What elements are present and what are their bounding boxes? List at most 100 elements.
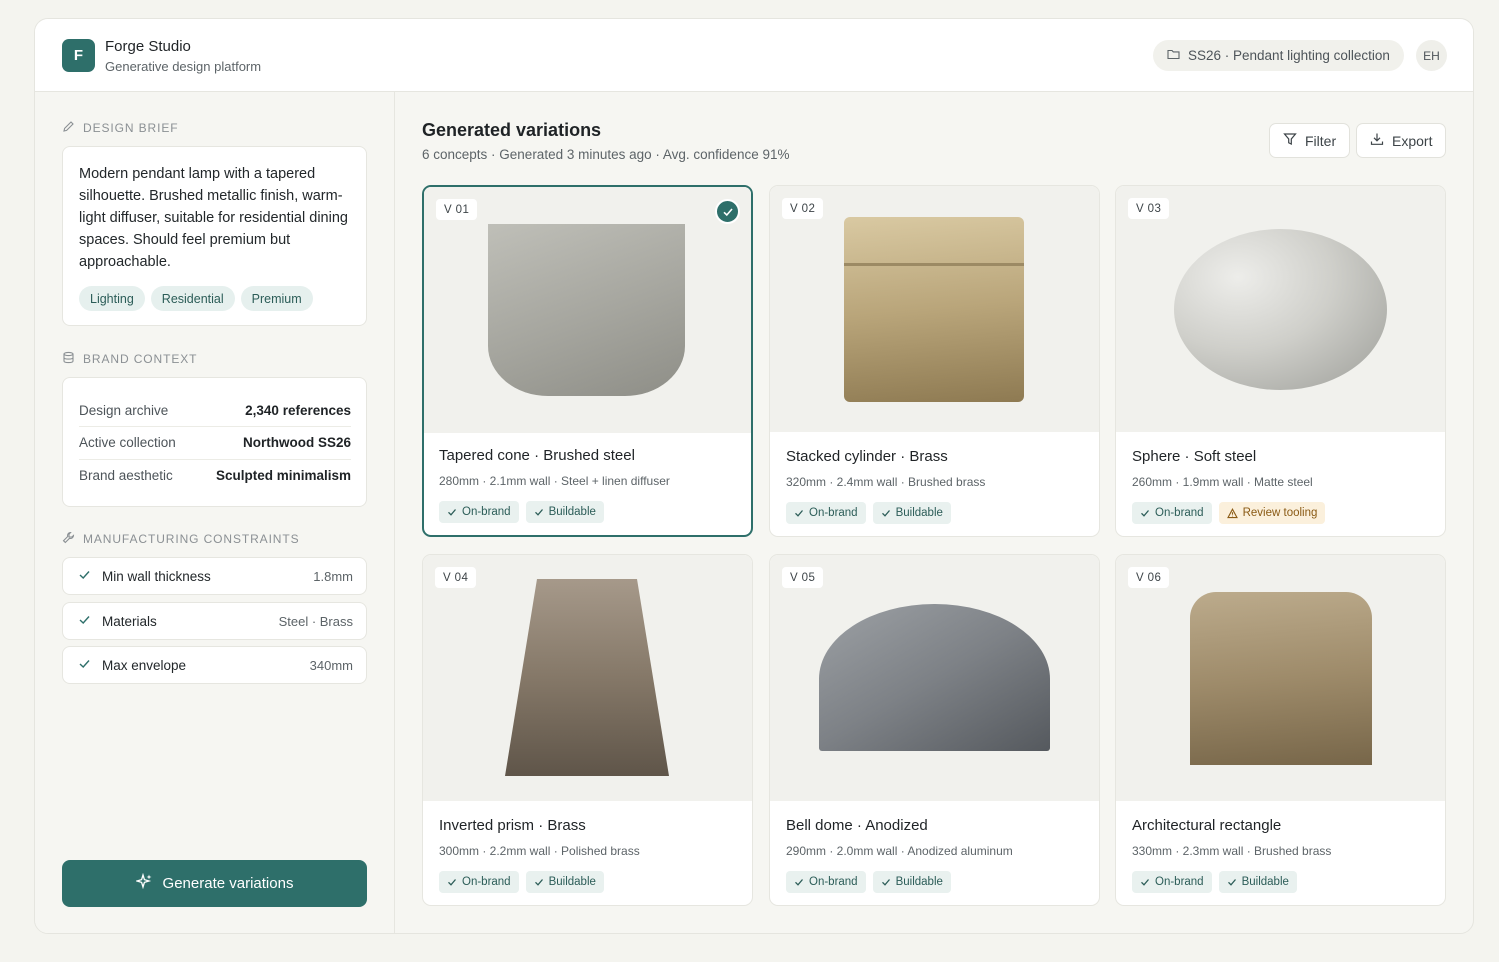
variation-card[interactable]: V 04 Inverted prism · Brass 300mm · 2.2m… [422, 554, 753, 906]
status-badge: Buildable [1218, 871, 1297, 893]
constraint-label: Materials [102, 614, 157, 629]
check-icon [1227, 879, 1236, 886]
selected-check-icon [715, 199, 740, 224]
download-icon [1370, 132, 1384, 149]
status-badge-label: On-brand [809, 876, 858, 888]
variation-preview [423, 555, 752, 801]
check-icon [448, 879, 456, 886]
constraint-value: 340mm [309, 658, 353, 673]
status-badge: Buildable [525, 501, 604, 523]
variation-spec: 300mm · 2.2mm wall · Polished brass [439, 844, 640, 858]
variation-preview [1116, 186, 1445, 432]
status-badge-label: On-brand [809, 507, 858, 519]
variation-preview [1116, 555, 1445, 801]
status-badge: Buildable [872, 502, 951, 524]
filter-icon [1283, 132, 1297, 149]
status-badge: Buildable [872, 871, 951, 893]
check-icon [881, 879, 890, 886]
status-badge-label: On-brand [462, 876, 511, 888]
variation-spec: 330mm · 2.3mm wall · Brushed brass [1132, 844, 1332, 858]
sparkle-icon [134, 872, 153, 894]
constraint-item[interactable]: Materials Steel · Brass [62, 602, 367, 640]
check-icon [78, 613, 91, 631]
status-badge: On-brand [786, 502, 866, 524]
variation-title: Architectural rectangle [1132, 817, 1282, 834]
constraint-label: Min wall thickness [102, 569, 211, 584]
variation-spec: 290mm · 2.0mm wall · Anodized aluminum [786, 844, 1013, 858]
variation-tags: On-brand Buildable [1132, 871, 1297, 893]
status-badge: On-brand [439, 871, 519, 893]
status-badge-label: On-brand [1155, 876, 1204, 888]
generate-label: Generate variations [162, 875, 294, 892]
constraint-item[interactable]: Min wall thickness 1.8mm [62, 557, 367, 595]
brand-row-value: 2,340 references [245, 402, 351, 418]
status-badge: Review tooling [1218, 502, 1326, 524]
wrench-icon [62, 531, 75, 547]
constraint-value: Steel · Brass [278, 614, 353, 629]
constraint-item[interactable]: Max envelope 340mm [62, 646, 367, 684]
project-selector[interactable]: SS26 · Pendant lighting collection [1153, 40, 1404, 71]
check-icon [795, 879, 803, 886]
variation-badge: V 01 [436, 199, 478, 220]
brand-row: Brand aesthetic Sculpted minimalism [79, 459, 351, 491]
status-badge-label: Buildable [895, 876, 943, 888]
brand-row-label: Design archive [79, 402, 169, 418]
variation-card[interactable]: V 03 Sphere · Soft steel 260mm · 1.9mm w… [1115, 185, 1446, 537]
variation-card[interactable]: V 06 Architectural rectangle 330mm · 2.3… [1115, 554, 1446, 906]
variation-title: Stacked cylinder · Brass [786, 448, 948, 465]
variation-badge: V 06 [1128, 567, 1170, 588]
design-brief-text[interactable]: Modern pendant lamp with a tapered silho… [79, 163, 351, 273]
variation-title: Bell dome · Anodized [786, 817, 928, 834]
variation-tags: On-brand Buildable [439, 501, 604, 523]
app-logo: F [62, 39, 95, 72]
pencil-icon [62, 120, 75, 136]
folder-icon [1167, 48, 1180, 63]
lamp-seam [844, 263, 1024, 266]
app-name: Forge Studio [105, 38, 191, 55]
variation-card[interactable]: V 02 Stacked cylinder · Brass 320mm · 2.… [769, 185, 1100, 537]
variation-preview [770, 555, 1099, 801]
brand-context-title: BRAND CONTEXT [83, 352, 198, 366]
status-badge-label: Buildable [548, 506, 596, 518]
filter-button[interactable]: Filter [1269, 123, 1351, 158]
brief-tag[interactable]: Premium [240, 286, 313, 311]
design-brief-card[interactable]: Modern pendant lamp with a tapered silho… [62, 146, 367, 326]
brief-tag[interactable]: Residential [150, 286, 235, 311]
variation-badge: V 02 [782, 198, 824, 219]
brief-tag[interactable]: Lighting [79, 286, 145, 311]
design-brief-title: DESIGN BRIEF [83, 121, 179, 135]
status-badge: Buildable [525, 871, 604, 893]
variation-tags: On-brand Review tooling [1132, 502, 1326, 524]
constraint-value: 1.8mm [313, 569, 353, 584]
check-icon [78, 568, 91, 586]
page-title: Generated variations [422, 120, 602, 140]
constraint-label: Max envelope [102, 658, 187, 673]
brand-row: Design archive 2,340 references [79, 394, 351, 426]
variation-badge: V 04 [435, 567, 477, 588]
check-icon [448, 509, 456, 516]
export-button[interactable]: Export [1356, 123, 1447, 158]
generate-variations-button[interactable]: Generate variations [62, 860, 367, 907]
variation-tags: On-brand Buildable [786, 502, 951, 524]
check-icon [1141, 510, 1149, 517]
manufacturing-heading: MANUFACTURING CONSTRAINTS [62, 531, 300, 547]
status-badge: On-brand [439, 501, 519, 523]
status-badge: On-brand [786, 871, 866, 893]
lamp-shape [505, 579, 669, 776]
check-icon [881, 510, 890, 517]
brand-context-card: Design archive 2,340 references Active c… [62, 377, 367, 507]
status-badge-label: Buildable [895, 507, 943, 519]
status-badge-label: Review tooling [1242, 507, 1318, 519]
variation-spec: 320mm · 2.4mm wall · Brushed brass [786, 475, 986, 489]
brand-row: Active collection Northwood SS26 [79, 426, 351, 458]
brand-row-label: Active collection [79, 434, 176, 450]
status-badge-label: Buildable [548, 876, 596, 888]
export-label: Export [1392, 132, 1433, 149]
variation-card[interactable]: V 05 Bell dome · Anodized 290mm · 2.0mm … [769, 554, 1100, 906]
variation-spec: 260mm · 1.9mm wall · Matte steel [1132, 475, 1313, 489]
warning-icon [1226, 507, 1238, 518]
user-avatar[interactable]: EH [1416, 40, 1447, 71]
variation-card[interactable]: V 01 Tapered cone · Brushed steel 280mm … [422, 185, 753, 537]
brief-tags: Lighting Residential Premium [79, 286, 313, 311]
status-badge: On-brand [1132, 871, 1212, 893]
